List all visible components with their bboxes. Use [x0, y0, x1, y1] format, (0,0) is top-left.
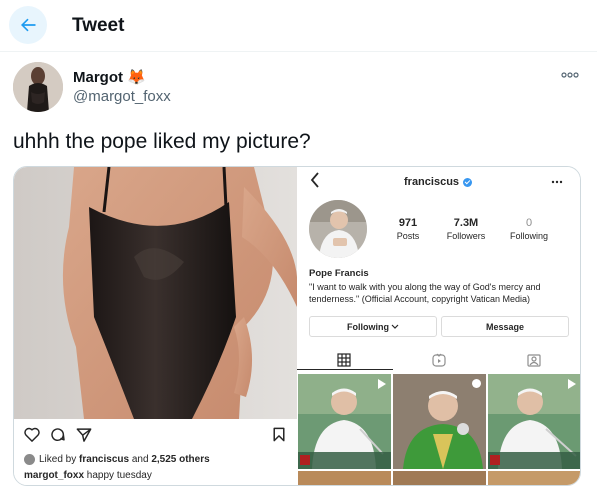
instagram-profile-screenshot: franciscus 971 Posts 7.3M Followers 0 Fo…	[297, 167, 580, 485]
profile-username: franciscus	[404, 176, 473, 188]
profile-avatar	[309, 200, 367, 258]
grid-post[interactable]	[488, 471, 580, 485]
profile-name: Pope Francis	[309, 268, 369, 279]
author-name-text: Margot	[73, 69, 123, 86]
message-button[interactable]: Message	[441, 316, 569, 337]
active-tab-indicator	[297, 369, 393, 370]
stat-followers-value: 7.3M	[453, 217, 479, 229]
grid-post[interactable]	[393, 471, 486, 485]
igtv-badge-icon	[472, 379, 481, 388]
following-button[interactable]: Following	[309, 316, 437, 337]
author-name[interactable]: Margot 🦊	[73, 68, 146, 86]
instagram-post-screenshot: Liked by franciscus and 2,525 others mar…	[14, 167, 297, 485]
stat-followers[interactable]: 7.3M Followers	[438, 217, 494, 241]
caption-user[interactable]: margot_foxx	[24, 470, 84, 481]
grid-post[interactable]	[298, 471, 391, 485]
liked-by: Liked by franciscus and 2,525 others	[24, 454, 210, 465]
chevron-left-icon[interactable]	[310, 172, 320, 193]
heart-icon[interactable]	[24, 427, 40, 447]
stat-following[interactable]: 0 Following	[505, 217, 553, 241]
tweet-media[interactable]: Liked by franciscus and 2,525 others mar…	[13, 166, 581, 486]
video-icon	[568, 379, 576, 389]
post-actions	[24, 427, 289, 447]
stat-posts[interactable]: 971 Posts	[395, 217, 421, 241]
tweet-text: uhhh the pope liked my picture?	[13, 130, 311, 153]
stat-posts-value: 971	[398, 217, 418, 229]
back-button[interactable]	[9, 6, 47, 44]
tweet-header: Tweet	[0, 0, 597, 52]
author-handle[interactable]: @margot_foxx	[73, 88, 171, 105]
following-button-label: Following	[347, 321, 389, 332]
grid-post[interactable]	[393, 374, 486, 469]
profile-username-text: franciscus	[404, 176, 460, 188]
verified-badge-icon	[463, 177, 473, 187]
grid-post[interactable]	[298, 374, 391, 469]
stat-posts-label: Posts	[396, 231, 420, 241]
stat-following-label: Following	[509, 231, 549, 241]
avatar[interactable]	[13, 62, 63, 112]
bookmark-icon[interactable]	[272, 427, 286, 447]
share-icon[interactable]	[76, 427, 92, 447]
profile-bio: "I want to walk with you along the way o…	[309, 282, 541, 304]
video-icon	[378, 379, 386, 389]
stat-followers-label: Followers	[446, 231, 486, 241]
tagged-tab-icon[interactable]	[527, 353, 541, 372]
post-grid	[298, 374, 580, 485]
liked-by-user[interactable]: franciscus	[79, 454, 129, 465]
arrow-left-icon	[21, 18, 36, 32]
liked-by-prefix: Liked by	[39, 454, 77, 465]
comment-icon[interactable]	[50, 427, 66, 447]
grid-post[interactable]	[488, 374, 580, 469]
liked-by-and: and	[131, 454, 149, 465]
caption-text: happy tuesday	[86, 470, 152, 481]
stat-following-value: 0	[525, 217, 533, 229]
post-caption: margot_foxx happy tuesday	[24, 470, 152, 481]
page-title: Tweet	[72, 15, 125, 36]
post-photo	[14, 167, 297, 419]
fox-emoji-icon: 🦊	[127, 69, 146, 86]
igtv-tab-icon[interactable]	[432, 353, 446, 372]
liked-by-others[interactable]: 2,525 others	[151, 454, 209, 465]
liker-avatar	[24, 454, 35, 465]
more-options-icon[interactable]	[561, 66, 579, 82]
profile-tabs	[297, 349, 580, 372]
message-button-label: Message	[485, 321, 525, 332]
chevron-down-icon	[391, 324, 399, 329]
profile-more-icon[interactable]	[551, 173, 563, 187]
